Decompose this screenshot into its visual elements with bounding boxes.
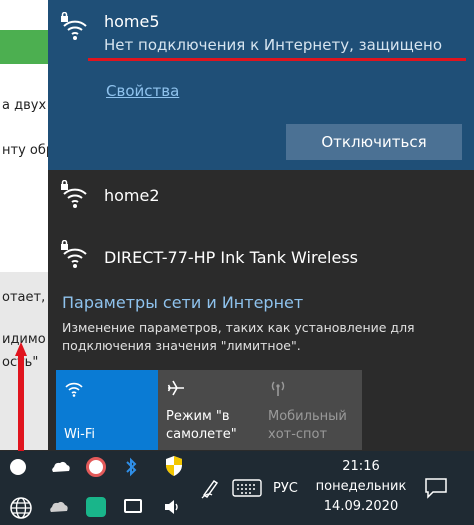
taskbar: РУС 21:16 понедельник 14.09.2020 (0, 451, 474, 525)
network-settings-link[interactable]: Параметры сети и Интернет (62, 293, 303, 312)
wifi-secured-icon (61, 180, 87, 208)
wifi-toggle-tile[interactable]: Wi-Fi (56, 370, 158, 450)
network-name: DIRECT-77-HP Ink Tank Wireless (104, 248, 358, 267)
app-green-icon[interactable] (86, 497, 106, 517)
network-name: home2 (104, 186, 160, 205)
mobile-hotspot-tile[interactable]: Мобильный хот-спот (260, 370, 362, 450)
network-name: home5 (104, 12, 160, 31)
touch-keyboard-icon[interactable] (232, 479, 262, 497)
connected-network-item[interactable]: home5 Нет подключения к Интернету, защищ… (48, 0, 474, 170)
disconnect-button[interactable]: Отключиться (286, 124, 462, 160)
network-settings-description: Изменение параметров, таких как установл… (62, 320, 415, 353)
app-tray-icon[interactable] (86, 457, 106, 477)
network-globe-icon[interactable] (8, 495, 34, 521)
network-item[interactable]: home2 (48, 170, 474, 228)
onedrive-icon[interactable] (48, 499, 70, 515)
airplane-tile-label: Режим "в самолете" (166, 409, 237, 442)
hotspot-icon (271, 381, 285, 396)
pen-icon[interactable] (200, 477, 220, 499)
clock-date: 14.09.2020 (323, 499, 399, 514)
bluetooth-icon[interactable] (124, 457, 138, 477)
cloud-icon[interactable] (50, 459, 72, 475)
network-item[interactable]: DIRECT-77-HP Ink Tank Wireless (48, 230, 474, 288)
onedrive-dot-icon[interactable] (10, 459, 26, 475)
background-text-line: нту обр (2, 143, 55, 158)
red-underline-annotation (88, 58, 466, 61)
volume-icon[interactable] (162, 497, 182, 517)
clock-weekday: понедельник (315, 479, 407, 494)
clock[interactable]: 21:16 понедельник 14.09.2020 (314, 457, 408, 517)
background-text-line: а двух (2, 98, 47, 113)
wifi-secured-icon (61, 12, 87, 40)
action-center-icon[interactable] (424, 477, 448, 499)
battery-icon[interactable] (124, 499, 142, 513)
hotspot-tile-label: Мобильный хот-спот (268, 409, 347, 442)
background-text-line: отает, (2, 290, 46, 305)
airplane-mode-tile[interactable]: Режим "в самолете" (158, 370, 260, 450)
clock-time: 21:16 (342, 459, 380, 474)
wifi-icon (65, 382, 83, 397)
wifi-secured-icon (61, 240, 87, 268)
airplane-icon (167, 380, 184, 396)
network-status: Нет подключения к Интернету, защищено (104, 36, 442, 54)
input-language-indicator[interactable]: РУС (273, 481, 298, 496)
windows-security-icon[interactable] (164, 455, 184, 477)
wifi-tile-label: Wi-Fi (64, 427, 96, 442)
properties-link[interactable]: Свойства (106, 82, 179, 100)
